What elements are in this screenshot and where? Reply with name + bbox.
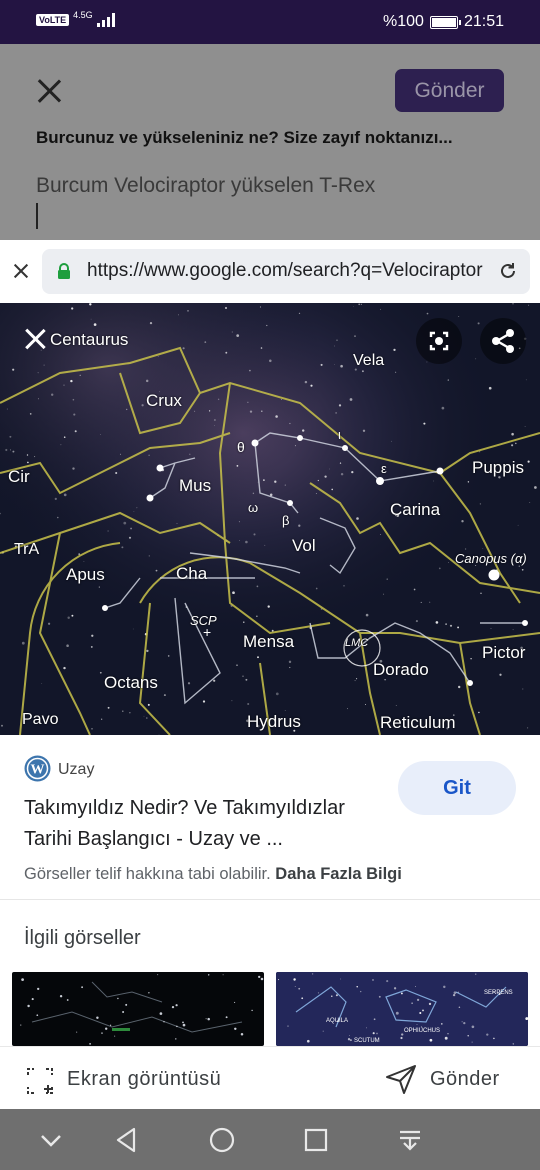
constellation-label: Vela [353, 352, 385, 369]
constellation-label: Vol [292, 536, 316, 555]
status-bar: VoLTE 4.5G %100 21:51 [0, 0, 540, 44]
constellation-label: ι [338, 427, 341, 442]
lock-icon [58, 263, 70, 279]
clock: 21:51 [463, 13, 504, 30]
home-icon[interactable] [208, 1126, 236, 1154]
screenshot-button[interactable]: Ekran görüntüsü [67, 1068, 221, 1091]
network-type: 4.5G [73, 10, 93, 20]
constellation-label: SCP [190, 613, 217, 628]
volte-badge: VoLTE [36, 14, 70, 26]
constellation-label: Pictor [482, 643, 526, 662]
browser-url-bar: https://www.google.com/search?q=Velocira… [0, 240, 540, 303]
send-icon[interactable] [385, 1063, 417, 1095]
battery-fill [431, 17, 456, 27]
result-info: W Uzay Takımyıldız Nedir? Ve Takımyıldız… [0, 735, 540, 900]
send-button[interactable]: Gönder [395, 69, 504, 112]
answer-input[interactable]: Burcum Velociraptor yükselen T-Rex [36, 174, 375, 198]
copyright-text: Görseller telif hakkına tabi olabilir. [24, 865, 271, 883]
constellation-label: Dorado [373, 660, 429, 679]
constellation-label: Octans [104, 673, 158, 692]
battery-icon [429, 15, 461, 29]
signal-bars-icon [96, 13, 115, 27]
battery-percent: %100 [383, 13, 424, 30]
constellation-label: θ [237, 439, 245, 455]
constellation-label: Pavo [22, 711, 59, 728]
constellation-label: Canopus (α) [455, 551, 527, 566]
constellation-label: Crux [146, 391, 182, 410]
constellation-label: ω [248, 500, 259, 515]
share-icon[interactable] [480, 318, 526, 364]
chevron-down-icon[interactable] [37, 1126, 65, 1154]
constellation-image: + [0, 303, 540, 735]
image-viewer[interactable]: + Centaurus Vela Crux Cir Mus Puppis Carina TrA… [0, 303, 540, 735]
source-name[interactable]: Uzay [58, 761, 94, 779]
visit-button[interactable]: Git [398, 761, 516, 815]
back-icon[interactable] [113, 1126, 141, 1154]
notification-shade-icon[interactable] [396, 1126, 424, 1154]
related-thumb-2[interactable]: SERPENS AQUILA OPHIUCHUS SCUTUM [276, 972, 528, 1046]
text-caret [36, 203, 38, 229]
lens-icon[interactable] [416, 318, 462, 364]
constellation-label: Cha [176, 564, 208, 583]
close-tab-icon[interactable] [14, 264, 28, 278]
constellation-label: Hydrus [247, 712, 301, 731]
related-thumb-1[interactable] [12, 972, 264, 1046]
copyright-notice: Görseller telif hakkına tabi olabilir. D… [24, 865, 402, 884]
address-bar[interactable]: https://www.google.com/search?q=Velocira… [42, 249, 530, 294]
status-right: %100 21:51 [383, 13, 504, 31]
thumb-label: SERPENS [484, 990, 513, 996]
related-images-title: İlgili görseller [24, 927, 141, 949]
action-bar: Ekran görüntüsü Gönder [0, 1046, 540, 1109]
constellation-label: Mus [179, 476, 212, 495]
signal-indicators: VoLTE 4.5G [36, 10, 115, 27]
svg-text:W: W [31, 763, 45, 778]
reload-icon[interactable] [498, 261, 518, 281]
constellation-label: Apus [66, 565, 105, 584]
constellation-label: Mensa [243, 632, 295, 651]
thumb-label: SCUTUM [354, 1038, 380, 1044]
close-icon[interactable] [24, 328, 46, 350]
constellation-label: ε [381, 461, 387, 476]
thumb-label: OPHIUCHUS [404, 1028, 440, 1034]
constellation-label: Centaurus [50, 330, 129, 349]
constellation-label: Reticulum [380, 713, 456, 732]
result-title[interactable]: Takımyıldız Nedir? Ve Takımyıldızlar Tar… [24, 793, 384, 855]
constellation-label: LMC [345, 637, 369, 649]
constellation-label: Cir [8, 467, 30, 486]
constellation-label: Carina [390, 500, 441, 519]
question-text: Burcunuz ve yükseleniniz ne? Size zayıf … [36, 128, 453, 147]
close-icon[interactable] [36, 78, 62, 104]
constellation-label: TrA [14, 541, 40, 558]
wordpress-icon: W [24, 755, 51, 782]
constellation-label: Puppis [472, 458, 524, 477]
more-info-link[interactable]: Daha Fazla Bilgi [275, 865, 402, 883]
thumb-label: AQUILA [326, 1018, 348, 1024]
recents-icon[interactable] [302, 1126, 330, 1154]
send-button[interactable]: Gönder [430, 1068, 500, 1091]
compose-screen: Gönder Burcunuz ve yükseleniniz ne? Size… [0, 44, 540, 240]
screenshot-icon[interactable] [26, 1067, 54, 1095]
navigation-bar [0, 1109, 540, 1170]
constellation-label: β [282, 513, 290, 528]
url-text[interactable]: https://www.google.com/search?q=Velocira… [87, 260, 483, 282]
